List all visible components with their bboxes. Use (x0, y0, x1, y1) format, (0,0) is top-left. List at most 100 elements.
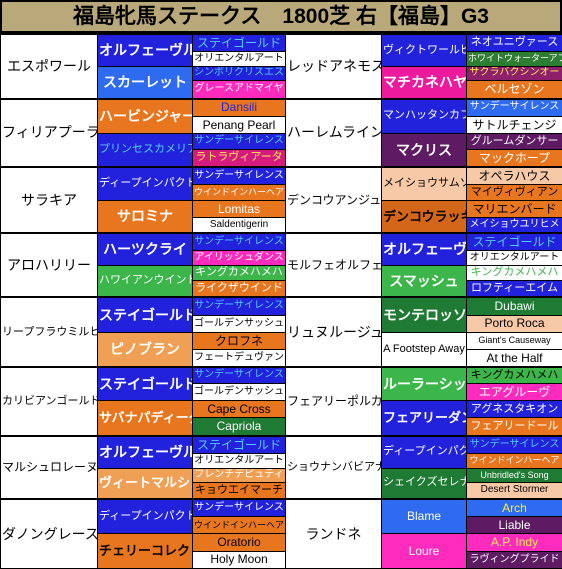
dam-name: チェリーコレクト (97, 533, 193, 569)
grandparent-name: ステイゴールド (192, 434, 286, 455)
grandparent-name: マックホープ (466, 148, 562, 168)
table-row: サラキアディープインパクトサンデーサイレンスデンコウアンジュメイショウサムソンオ… (0, 166, 562, 234)
grandparent-name: キングカメハメハ (466, 264, 562, 282)
pedigree-body: エスポワールオルフェーヴルステイゴールドレッドアネモスヴィクトワールピサネオユニ… (0, 32, 562, 569)
sire-name: ステイゴールド (97, 366, 193, 402)
grandparent-name: オペラハウス (466, 166, 562, 186)
dam-name: フェアリーダンス (381, 400, 467, 437)
grandparent-name: フェートデュヴァン (192, 348, 286, 368)
grandparent-name: ステイゴールド (466, 231, 562, 252)
grandparent-name: オリエンタルアート (192, 453, 286, 469)
pedigree-sheet: 福島牝馬ステークス 1800芝 右【福島】G3 エスポワール オルフェーヴル ステイ… (0, 0, 562, 569)
table-row: アロハリリーハーツクライサンデーサイレンスモルフェオルフェオルフェーヴルステイゴ… (0, 231, 562, 298)
dam-name: サロミナ (97, 200, 193, 234)
dam-name: マクリス (381, 132, 467, 168)
grandparent-name: ラトラヴィアータ (192, 148, 286, 168)
grandparent-name: グレースアドマイヤ (192, 80, 286, 100)
grandparent-name: フェアリードール (466, 417, 562, 437)
grandparent-name: Cape Cross (192, 400, 286, 419)
sire-name: オルフェーヴル (381, 231, 467, 266)
sire-name: モンテロッソ (381, 296, 467, 333)
horse-name: ダノングレース (0, 497, 98, 569)
horse-name: フェアリーポルカ (285, 366, 382, 437)
grandparent-name: エアグルーヴ (466, 383, 562, 402)
grandparent-name: ゴールデンサッシュ (192, 314, 286, 333)
dam-name: プリンセスカメリア (97, 132, 193, 168)
sire-name: マンハッタンカフェ (381, 97, 467, 134)
grandparent-name: ラヴィングプライド (466, 550, 562, 569)
dam-name: マチカネハヤテ (381, 65, 467, 100)
grandparent-name: Oratorio (192, 533, 286, 552)
grandparent-name: At the Half (466, 348, 562, 368)
sire-name: オルフェーヴル (97, 32, 193, 67)
grandparent-name: ウインドインハーヘア (192, 184, 286, 202)
grandparent-name: ロフティーエイム (466, 280, 562, 298)
horse-name: サラキア (0, 166, 98, 234)
sire-name: Blame (381, 497, 467, 535)
dam-name: Loure (381, 533, 467, 569)
sire-name: オルフェーヴル (97, 434, 193, 469)
grandparent-name: アイリッシュダンス (192, 250, 286, 266)
dam-name: A Footstep Away (381, 331, 467, 368)
grandparent-name: キョウエイマーチ (192, 482, 286, 500)
grandparent-name: キングカメハメハ (466, 366, 562, 385)
table-row: カリビアンゴールドステイゴールドサンデーサイレンスフェアリーポルカルーラーシップ… (0, 366, 562, 437)
race-title-bar: 福島牝馬ステークス 1800芝 右【福島】G3 (0, 0, 562, 33)
grandparent-name: ウインドインハーヘア (466, 453, 562, 469)
horse-name: マルシュロレーヌ (0, 434, 98, 500)
grandparent-name: メイショウユリヒメ (466, 217, 562, 234)
horse-name: リュヌルージュ (285, 296, 382, 368)
sire-name: ディープインパクト (97, 166, 193, 202)
table-row: リープフラウミルヒ ステイゴールド サンデーサイレンス リュヌルージュ モンテロッソ Du… (0, 296, 562, 368)
grandparent-name: キングカメハメハ (192, 264, 286, 282)
horse-name: エスポワール (0, 33, 98, 100)
sire-name: ハービンジャー (97, 97, 193, 134)
sire-name: ステイゴールド (97, 296, 193, 333)
grandparent-name: ホワイトウォーターアフェア (466, 51, 562, 67)
grandparent-name: サンデーサイレンス (192, 231, 286, 252)
grandparent-name: Holy Moon (192, 550, 286, 569)
grandparent-name: Dansili (192, 97, 286, 117)
grandparent-name: ライクザウインド (192, 280, 286, 298)
dam-name: ヴィートマルシェ (97, 467, 193, 500)
dam-name: シェイクズセレナーデ (381, 467, 467, 500)
grandparent-name: シンボリクリスエス (192, 65, 286, 82)
grandparent-name: Liable (466, 516, 562, 535)
sire-name: ルーラーシップ (381, 366, 467, 402)
sire-name: ディープインパクト (97, 497, 193, 535)
grandparent-name: サンデーサイレンス (192, 366, 286, 385)
horse-name: カリビアンゴールド (0, 366, 98, 437)
grandparent-name: Saldentigerin (192, 217, 286, 234)
horse-name: モルフェオルフェ (285, 231, 382, 298)
table-row: マルシュロレーヌオルフェーヴルステイゴールドショウナンバビアナディープインパクト… (0, 434, 562, 500)
sire-name: ディープインパクト (381, 434, 467, 469)
grandparent-name: クロフネ (192, 331, 286, 350)
horse-name: ショウナンバビアナ (285, 434, 382, 500)
grandparent-name: Porto Roca (466, 314, 562, 333)
grandparent-name: Arch (466, 497, 562, 518)
grandparent-name: Unbridled's Song (466, 467, 562, 483)
grandparent-name: サンデーサイレンス (466, 97, 562, 117)
sire-name: ハーツクライ (97, 231, 193, 266)
horse-name: ランドネ (285, 497, 382, 569)
pedigree-table: エスポワールオルフェーヴルステイゴールドレッドアネモスヴィクトワールピサネオユニ… (0, 32, 562, 569)
grandparent-name: A.P. Indy (466, 533, 562, 552)
grandparent-name: グルームダンサー (466, 132, 562, 150)
grandparent-name: オリエンタルアート (192, 51, 286, 67)
dam-name: ピノブラン (97, 331, 193, 368)
grandparent-name: Penang Pearl (192, 115, 286, 134)
horse-name: アロハリリー (0, 231, 98, 298)
grandparent-name: サトルチェンジ (466, 115, 562, 134)
grandparent-name: ベルセゾン (466, 80, 562, 100)
page-title: 福島牝馬ステークス 1800芝 右【福島】G3 (73, 5, 489, 28)
grandparent-name: マリエンバード (466, 200, 562, 219)
table-row: エスポワールオルフェーヴルステイゴールドレッドアネモスヴィクトワールピサネオユニ… (0, 32, 562, 100)
grandparent-name: Capriola (192, 417, 286, 437)
grandparent-name: Lomitas (192, 200, 286, 219)
grandparent-name: サンデーサイレンス (192, 166, 286, 186)
dam-name: デンコウラッキー (381, 200, 467, 234)
dam-name: スマッシュ (381, 264, 467, 298)
grandparent-name: ステイゴールド (192, 33, 286, 53)
grandparent-name: ウインドインハーヘア (192, 516, 286, 535)
grandparent-name: Giant's Causeway (466, 331, 562, 350)
